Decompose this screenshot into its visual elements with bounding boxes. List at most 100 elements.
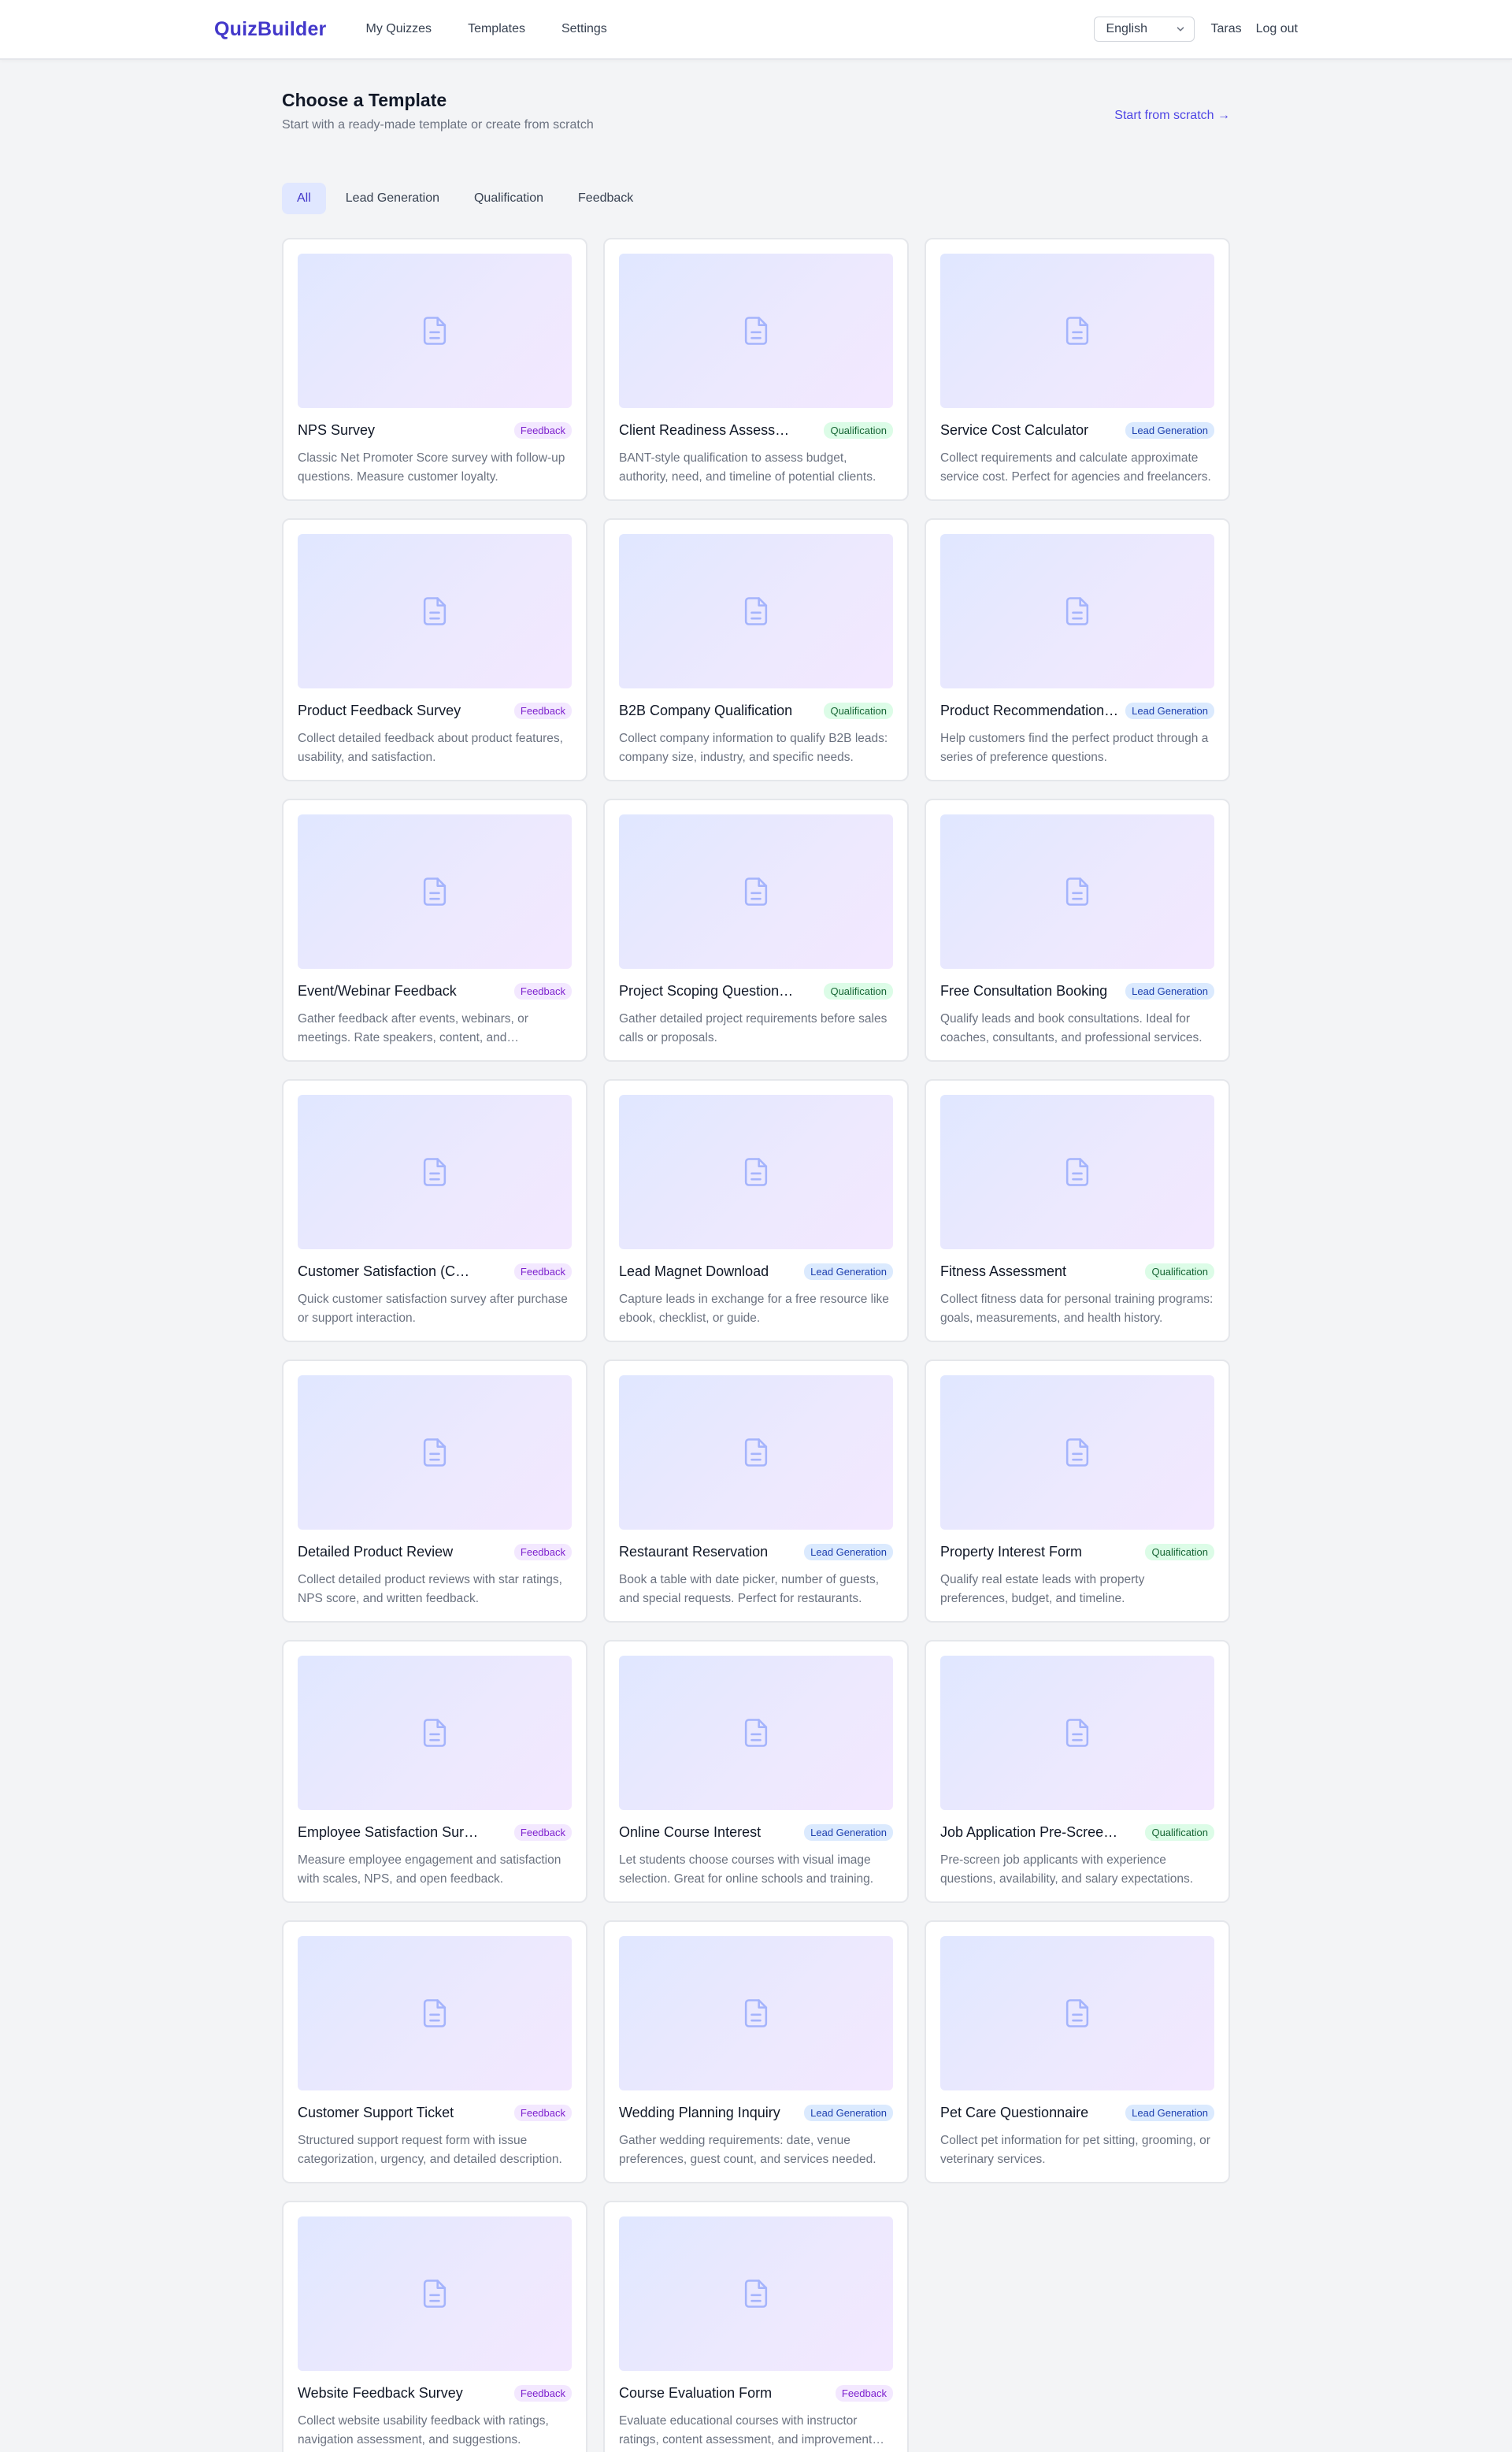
document-icon — [423, 1719, 447, 1747]
template-card-header: Free Consultation Booking Lead Generation — [940, 981, 1214, 1000]
category-badge: Feedback — [513, 2104, 572, 2121]
template-thumbnail — [619, 2216, 893, 2371]
template-card[interactable]: B2B Company Qualification Qualification Co… — [603, 518, 909, 781]
template-description: Gather wedding requirements: date, venue… — [619, 2134, 876, 2166]
template-description: Measure employee engagement and satisfac… — [298, 1853, 561, 1886]
template-card-header: Event/Webinar Feedback Feedback — [298, 981, 572, 1000]
template-description: Structured support request form with iss… — [298, 2134, 562, 2166]
template-card-header: Employee Satisfaction Survey Feedback — [298, 1823, 572, 1842]
category-badge: Feedback — [513, 982, 572, 1000]
document-icon — [423, 1438, 447, 1467]
template-card[interactable]: Customer Support Ticket Feedback Structure… — [282, 1920, 587, 2183]
template-thumbnail — [298, 814, 572, 969]
category-badge: Qualification — [1145, 1543, 1214, 1560]
page-title: Choose a Template — [282, 90, 447, 110]
template-description: Gather detailed project requirements bef… — [619, 1012, 888, 1044]
template-card[interactable]: Product Feedback Survey Feedback Collect d… — [282, 518, 587, 781]
template-title: Wedding Planning Inquiry — [619, 2104, 780, 2120]
template-thumbnail — [940, 254, 1214, 408]
category-badge: Lead Generation — [1125, 2104, 1214, 2121]
template-card[interactable]: Detailed Product Review Feedback Collect d… — [282, 1360, 587, 1623]
template-title: Restaurant Reservation — [619, 1543, 769, 1560]
document-icon — [744, 2280, 768, 2308]
template-card-header: Fitness Assessment Qualification — [940, 1262, 1214, 1281]
category-badge: Lead Generation — [804, 1823, 893, 1841]
template-thumbnail — [940, 1095, 1214, 1249]
template-card[interactable]: Online Course Interest Lead Generation Let… — [603, 1640, 909, 1903]
template-thumbnail — [619, 1375, 893, 1530]
chevron-down-icon — [1177, 27, 1184, 32]
nav-link-settings[interactable]: Settings — [561, 22, 607, 36]
nav-link-templates[interactable]: Templates — [468, 22, 525, 36]
template-thumbnail — [619, 254, 893, 408]
template-card-header: Pet Care Questionnaire Lead Generation — [940, 2103, 1214, 2122]
template-title: Customer Support Ticket — [298, 2104, 454, 2120]
filter-tab-qualification[interactable]: Qualification — [459, 183, 558, 214]
category-badge: Lead Generation — [804, 1543, 893, 1560]
category-badge: Qualification — [824, 421, 893, 439]
nav-link-my-quizzes[interactable]: My Quizzes — [365, 22, 432, 36]
top-navbar: QuizBuilder My Quizzes Templates Setting… — [0, 0, 1512, 60]
category-badge: Feedback — [513, 2384, 572, 2402]
template-title: Detailed Product Review — [298, 1543, 454, 1560]
template-card[interactable]: Website Feedback Survey Feedback Collect w… — [282, 2201, 587, 2452]
template-card-header: Detailed Product Review Feedback — [298, 1542, 572, 1561]
language-select[interactable]: English — [1094, 17, 1195, 42]
template-thumbnail — [298, 1375, 572, 1530]
template-card[interactable]: Service Cost Calculator Lead Generation Co… — [925, 238, 1230, 501]
template-card[interactable]: Free Consultation Booking Lead Generation… — [925, 799, 1230, 1062]
template-card[interactable]: Pet Care Questionnaire Lead Generation Col… — [925, 1920, 1230, 2183]
template-card[interactable]: Customer Satisfaction (CSAT) Feedback Quic… — [282, 1079, 587, 1342]
template-card-header: Service Cost Calculator Lead Generation — [940, 421, 1214, 440]
document-icon — [1065, 597, 1089, 625]
category-badge: Lead Generation — [1125, 421, 1214, 439]
template-card[interactable]: Product Recommendation Quiz Lead Generati… — [925, 518, 1230, 781]
start-from-scratch-link[interactable]: Start from scratch → — [1114, 109, 1230, 123]
template-card[interactable]: Restaurant Reservation Lead Generation Boo… — [603, 1360, 909, 1623]
category-badge: Lead Generation — [804, 1263, 893, 1280]
page-subtitle: Start with a ready-made template or crea… — [282, 118, 594, 132]
template-card-header: Customer Satisfaction (CSAT) Feedback — [298, 1262, 572, 1281]
filter-tab-feedback[interactable]: Feedback — [563, 183, 648, 214]
document-icon — [1065, 1999, 1089, 2027]
template-title: Employee Satisfaction Survey — [298, 1823, 479, 1840]
category-badge: Qualification — [824, 702, 893, 719]
template-card-header: Client Readiness Assessment Qualification — [619, 421, 893, 440]
template-card[interactable]: Wedding Planning Inquiry Lead Generation G… — [603, 1920, 909, 2183]
app-logo[interactable]: QuizBuilder — [214, 18, 326, 41]
document-icon — [423, 1999, 447, 2027]
template-title: Job Application Pre-Screening — [940, 1823, 1121, 1840]
template-title: Pet Care Questionnaire — [940, 2104, 1089, 2120]
template-title: NPS Survey — [298, 421, 376, 438]
template-card[interactable]: Project Scoping Questionnaire Qualificati… — [603, 799, 909, 1062]
template-title: Free Consultation Booking — [940, 982, 1108, 999]
document-icon — [423, 317, 447, 345]
template-description: Pre-screen job applicants with experienc… — [940, 1853, 1194, 1886]
template-title: Lead Magnet Download — [619, 1263, 769, 1279]
filter-tab-lead-generation[interactable]: Lead Generation — [331, 183, 454, 214]
document-icon — [1065, 317, 1089, 345]
template-card[interactable]: Fitness Assessment Qualification Collect f… — [925, 1079, 1230, 1342]
template-card[interactable]: Property Interest Form Qualification Quali… — [925, 1360, 1230, 1623]
template-thumbnail — [298, 1656, 572, 1810]
template-description: Collect website usability feedback with … — [298, 2414, 549, 2446]
logout-link[interactable]: Log out — [1256, 22, 1298, 36]
template-card[interactable]: Employee Satisfaction Survey Feedback Meas… — [282, 1640, 587, 1903]
template-card[interactable]: Lead Magnet Download Lead Generation Captu… — [603, 1079, 909, 1342]
document-icon — [423, 2280, 447, 2308]
template-card-header: Wedding Planning Inquiry Lead Generation — [619, 2103, 893, 2122]
template-card[interactable]: Job Application Pre-Screening Qualificati… — [925, 1640, 1230, 1903]
template-thumbnail — [619, 1936, 893, 2090]
document-icon — [744, 1999, 768, 2027]
user-name: Taras — [1210, 22, 1242, 35]
template-card[interactable]: Event/Webinar Feedback Feedback Gather fee… — [282, 799, 587, 1062]
template-title: Customer Satisfaction (CSAT) — [298, 1263, 479, 1279]
template-card[interactable]: Client Readiness Assessment Qualification… — [603, 238, 909, 501]
category-badge: Feedback — [513, 421, 572, 439]
template-card[interactable]: Course Evaluation Form Feedback Evaluate e… — [603, 2201, 909, 2452]
filter-tab-all[interactable]: All — [282, 183, 326, 214]
template-title: Property Interest Form — [940, 1543, 1083, 1560]
template-card[interactable]: NPS Survey Feedback Classic Net Promoter S… — [282, 238, 587, 501]
template-description: Quick customer satisfaction survey after… — [298, 1293, 568, 1325]
document-icon — [744, 877, 768, 906]
